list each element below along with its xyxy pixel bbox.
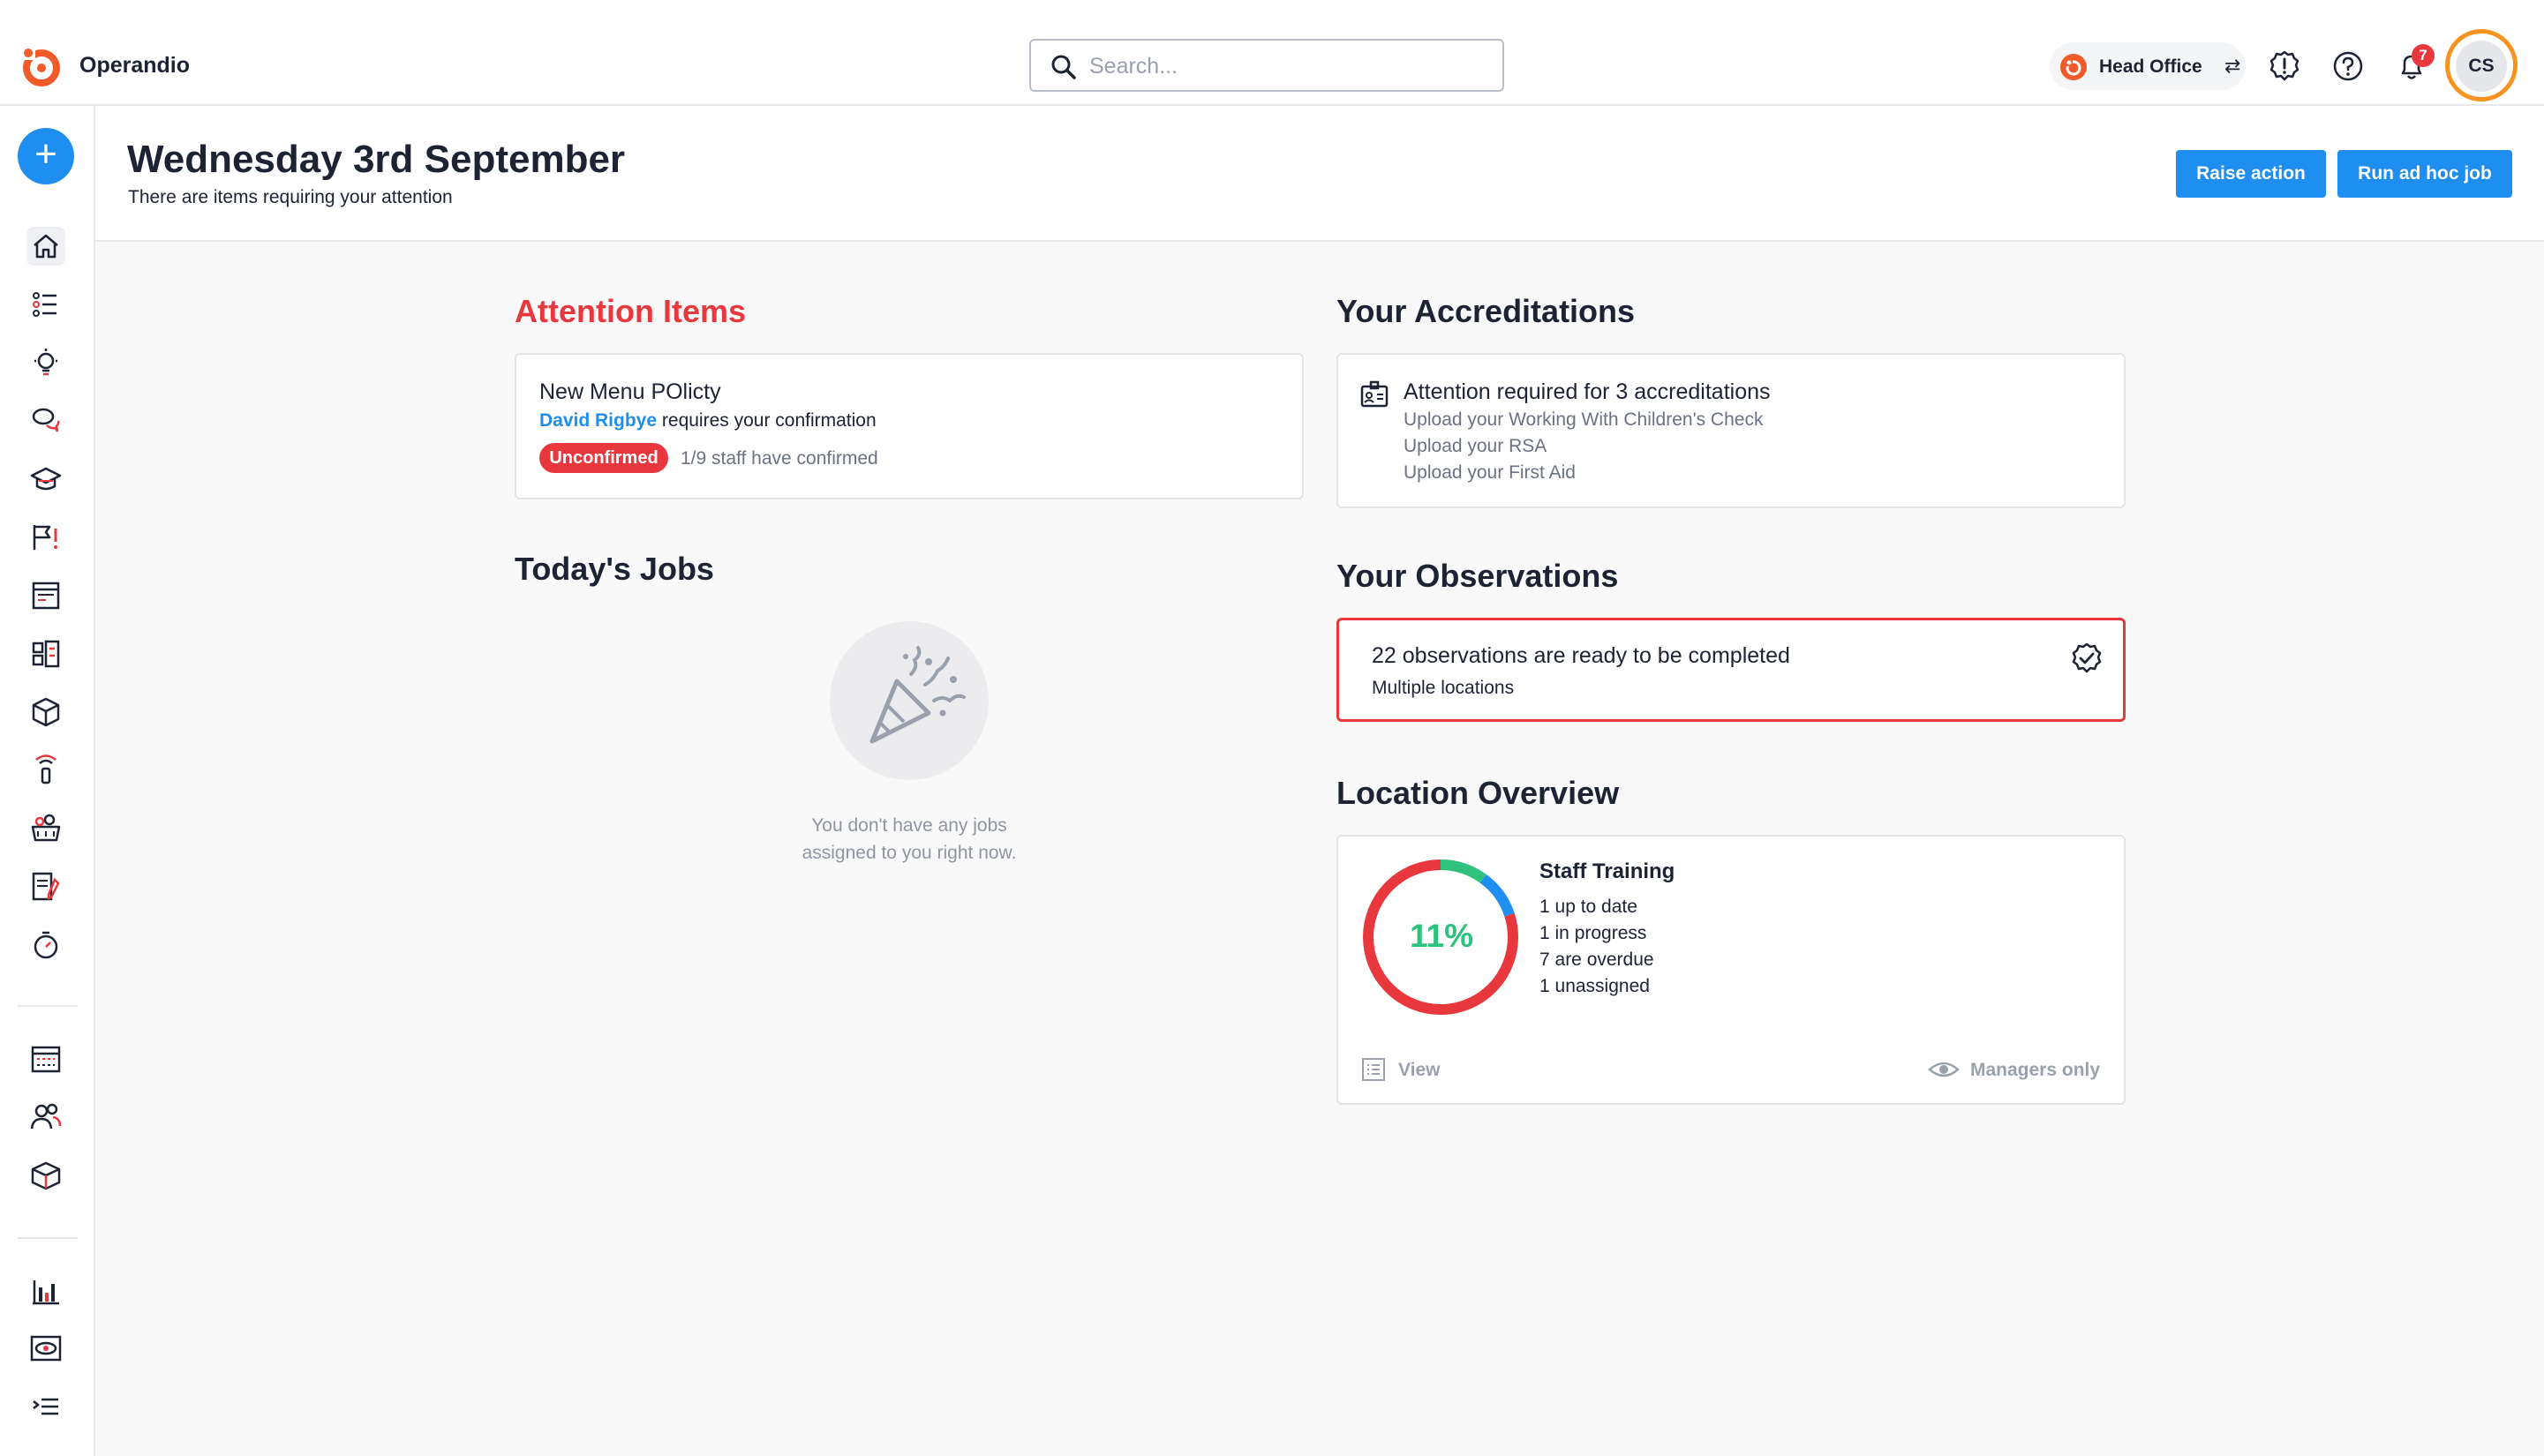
accreditations-card[interactable]: Attention required for 3 accreditations …: [1336, 353, 2126, 508]
eye-monitor-icon[interactable]: [26, 1330, 65, 1369]
sidebar: +: [0, 106, 95, 1456]
checklist-icon[interactable]: [26, 285, 65, 324]
location-label: Head Office: [2099, 56, 2202, 77]
accreditations-heading: Attention required for 3 accreditations: [1404, 379, 1771, 404]
training-percent: 11%: [1409, 918, 1473, 954]
calendar-list-icon[interactable]: [26, 576, 65, 615]
observations-sub: Multiple locations: [1372, 678, 1515, 698]
status-badge: Unconfirmed: [539, 443, 668, 473]
highlight-ring: [2445, 29, 2518, 101]
search-icon: [1051, 55, 1076, 79]
empty-state-text: You don't have any jobs assigned to you …: [775, 812, 1043, 867]
people-icon[interactable]: [26, 1098, 65, 1137]
party-popper-icon: [869, 646, 966, 744]
observations-title: Your Observations: [1336, 558, 1619, 594]
todays-jobs-title: Today's Jobs: [515, 551, 714, 587]
managers-only-label: Managers only: [1970, 1060, 2101, 1080]
swap-arrows-icon: ⇄: [2224, 55, 2241, 77]
dashboard-icon[interactable]: [26, 634, 65, 673]
app-name[interactable]: Operandio: [79, 53, 190, 79]
training-status-line: 7 are overdue: [1539, 949, 1654, 970]
location-overview-title: Location Overview: [1336, 775, 1620, 811]
notification-count-badge: 7: [2412, 44, 2435, 67]
accreditation-item: Upload your Working With Children's Chec…: [1404, 409, 1764, 430]
timer-icon[interactable]: [26, 926, 65, 964]
chat-icon[interactable]: [26, 402, 65, 440]
sidebar-divider: [18, 1005, 78, 1007]
attention-item-title: New Menu POlicty: [539, 379, 721, 404]
accreditations-title: Your Accreditations: [1336, 293, 1636, 329]
requires-confirmation-text: requires your confirmation: [661, 410, 877, 431]
accreditation-item: Upload your RSA: [1404, 436, 1547, 456]
search-input[interactable]: [1089, 51, 1478, 81]
help-icon[interactable]: [2331, 49, 2365, 83]
food-basket-icon[interactable]: [26, 809, 65, 848]
run-adhoc-job-button[interactable]: Run ad hoc job: [2337, 150, 2512, 198]
observations-text: 22 observations are ready to be complete…: [1372, 643, 1790, 668]
add-button[interactable]: +: [18, 128, 74, 184]
search-box[interactable]: [1029, 39, 1504, 92]
home-icon[interactable]: [26, 227, 65, 266]
attention-items-title: Attention Items: [515, 293, 747, 329]
accreditation-item: Upload your First Aid: [1404, 462, 1576, 483]
requester-name-link[interactable]: David Rigbye: [539, 410, 657, 431]
attention-item-card[interactable]: New Menu POlicty David Rigbye requires y…: [515, 353, 1304, 499]
training-status-line: 1 unassigned: [1539, 976, 1650, 996]
attention-item-requester: David Rigbye requires your confirmation: [539, 410, 877, 432]
page-title: Wednesday 3rd September: [127, 138, 626, 181]
location-switcher[interactable]: Head Office ⇄: [2050, 42, 2246, 90]
view-link[interactable]: View: [1398, 1060, 1440, 1081]
staff-training-title: Staff Training: [1539, 859, 1675, 883]
top-bar: Operandio Head Office ⇄ 7 CS: [0, 0, 2544, 106]
sensor-icon[interactable]: [26, 751, 65, 790]
verified-check-icon: [2072, 642, 2102, 673]
training-status-line: 1 in progress: [1539, 923, 1647, 943]
lightbulb-icon[interactable]: [26, 343, 65, 382]
confirmation-progress-text: 1/9 staff have confirmed: [681, 448, 878, 469]
sidebar-divider: [18, 1237, 78, 1239]
flag-icon[interactable]: [26, 518, 65, 557]
graduation-cap-icon[interactable]: [26, 460, 65, 499]
package-icon[interactable]: [26, 693, 65, 732]
page-header: Wednesday 3rd September There are items …: [95, 106, 2544, 242]
main-content: Attention Items New Menu POlicty David R…: [95, 242, 2544, 1456]
alert-badge-icon[interactable]: [2268, 49, 2301, 83]
empty-state-line-1: You don't have any jobs: [811, 815, 1007, 836]
training-status-line: 1 up to date: [1539, 897, 1637, 917]
location-logo-icon: [2060, 54, 2087, 80]
list-view-icon[interactable]: [1361, 1057, 1386, 1082]
eye-icon: [1928, 1062, 1960, 1077]
id-badge-icon: [1360, 380, 1389, 408]
document-edit-icon[interactable]: [26, 867, 65, 906]
raise-action-button[interactable]: Raise action: [2176, 150, 2326, 198]
operandio-logo-icon: [23, 48, 60, 86]
empty-state-line-2: assigned to you right now.: [802, 843, 1017, 863]
learning-icon[interactable]: [26, 1156, 65, 1195]
bar-chart-icon[interactable]: [26, 1272, 65, 1310]
calendar-icon[interactable]: [26, 1039, 65, 1078]
collapse-menu-icon[interactable]: [26, 1388, 65, 1427]
observations-card[interactable]: 22 observations are ready to be complete…: [1336, 618, 2126, 722]
empty-state-illustration: [830, 621, 989, 780]
page-subtitle: There are items requiring your attention: [128, 187, 453, 207]
location-overview-footer: View Managers only: [1336, 1036, 2126, 1105]
location-overview-card[interactable]: 11% Staff Training 1 up to date 1 in pro…: [1336, 835, 2126, 1061]
